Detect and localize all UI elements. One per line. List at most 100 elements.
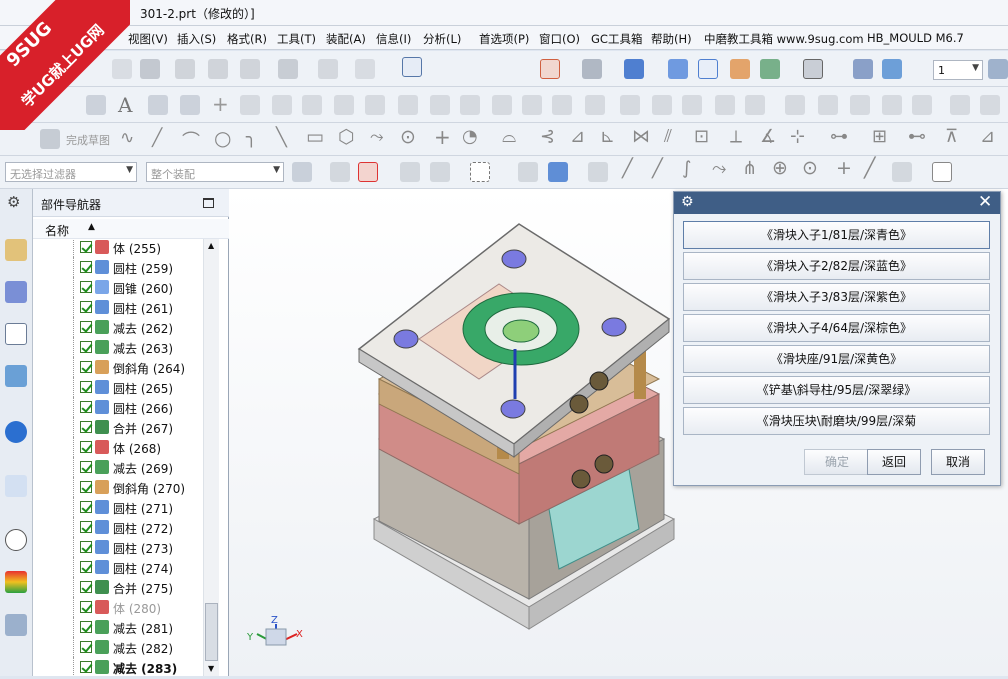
visibility-checkbox[interactable] <box>80 521 92 533</box>
visibility-checkbox[interactable] <box>80 341 92 353</box>
face-filter-icon[interactable] <box>548 162 568 182</box>
selection-icon[interactable] <box>355 59 375 79</box>
history-icon[interactable] <box>5 475 27 497</box>
quadrant-icon[interactable]: ⊕ <box>772 157 788 179</box>
menu-item-9[interactable]: GC工具箱 <box>591 31 642 47</box>
selection-filter-select[interactable]: 无选择过滤器 ▼ <box>5 162 137 182</box>
visibility-checkbox[interactable] <box>80 501 92 513</box>
pocket-icon[interactable] <box>522 95 542 115</box>
layer-option-button[interactable]: 《滑块入子3/83层/深紫色》 <box>683 283 990 311</box>
slot-icon[interactable] <box>585 95 605 115</box>
feature-row[interactable]: 倒斜角 (270) <box>33 477 203 497</box>
chamfer-icon[interactable]: ╲ <box>276 127 287 148</box>
mirror-curve-icon[interactable]: ⋈ <box>632 126 650 147</box>
groove-icon[interactable] <box>620 95 640 115</box>
feature-row[interactable]: 减去 (283) <box>33 657 203 676</box>
visibility-checkbox[interactable] <box>80 541 92 553</box>
visibility-checkbox[interactable] <box>80 281 92 293</box>
derived-line-icon[interactable]: ⫽ <box>664 126 672 147</box>
sweep-icon[interactable] <box>430 95 450 115</box>
dimension-icon[interactable]: ∡ <box>760 126 776 147</box>
boss-icon[interactable] <box>492 95 512 115</box>
pattern-curve-icon[interactable]: ⌓ <box>502 126 516 147</box>
bounded-grid-icon[interactable] <box>892 162 912 182</box>
feature-row[interactable]: 圆柱 (261) <box>33 297 203 317</box>
show-constraints-icon[interactable]: ⊞ <box>872 126 887 147</box>
background-icon[interactable] <box>803 59 823 79</box>
feature-row[interactable]: 圆柱 (259) <box>33 257 203 277</box>
alternate-icon[interactable]: ⊼ <box>945 126 958 147</box>
gear-icon[interactable]: ⚙ <box>681 194 694 210</box>
filter-settings-icon[interactable] <box>292 162 312 182</box>
corner-icon[interactable]: ⊾ <box>600 126 615 147</box>
feature-row[interactable]: 倒斜角 (264) <box>33 357 203 377</box>
layer-settings-icon[interactable] <box>988 59 1008 79</box>
layer-option-button[interactable]: 《滑块入子1/81层/深青色》 <box>683 221 990 249</box>
menu-item-5[interactable]: 信息(I) <box>376 31 411 47</box>
assembly-icon[interactable] <box>882 59 902 79</box>
part-navigator-icon[interactable] <box>5 323 27 345</box>
visibility-checkbox[interactable] <box>80 241 92 253</box>
assembly-navigator-icon[interactable] <box>5 239 27 261</box>
feature-row[interactable]: 体 (280) <box>33 597 203 617</box>
feature-row[interactable]: 圆柱 (273) <box>33 537 203 557</box>
extract-icon[interactable] <box>334 95 354 115</box>
orient-icon[interactable] <box>730 59 750 79</box>
visibility-checkbox[interactable] <box>80 401 92 413</box>
patch-icon[interactable] <box>912 95 932 115</box>
feature-row[interactable]: 体 (268) <box>33 437 203 457</box>
paste-icon[interactable] <box>240 59 260 79</box>
rectangle-select-icon[interactable] <box>470 162 490 182</box>
layer-option-button[interactable]: 《滑块入子4/64层/深棕色》 <box>683 314 990 342</box>
close-icon[interactable]: ✕ <box>978 192 992 212</box>
visibility-checkbox[interactable] <box>80 561 92 573</box>
point-icon[interactable]: + <box>212 92 229 116</box>
menu-item-0[interactable]: 视图(V) <box>128 31 168 47</box>
select-all-icon[interactable] <box>330 162 350 182</box>
feature-row[interactable]: 圆柱 (266) <box>33 397 203 417</box>
existing-point-icon[interactable]: ⊙ <box>802 157 818 179</box>
assembly-scope-select[interactable]: 整个装配 ▼ <box>146 162 284 182</box>
visibility-checkbox[interactable] <box>80 481 92 493</box>
ok-button[interactable]: 确定 <box>804 449 870 475</box>
menu-item-2[interactable]: 格式(R) <box>227 31 267 47</box>
snap-icon[interactable] <box>400 162 420 182</box>
polygon-icon[interactable]: ⬡ <box>338 126 355 148</box>
feature-row[interactable]: 减去 (281) <box>33 617 203 637</box>
undo-icon[interactable] <box>278 59 298 79</box>
ellipse-icon[interactable]: ⊙ <box>400 126 416 148</box>
layer-option-button[interactable]: 《滑块压块\耐磨块/99层/深菊 <box>683 407 990 435</box>
trim-body-icon[interactable] <box>715 95 735 115</box>
finish-sketch-icon[interactable] <box>40 129 60 149</box>
clock-icon[interactable] <box>5 529 27 551</box>
visibility-checkbox[interactable] <box>80 361 92 373</box>
feature-row[interactable]: 圆柱 (274) <box>33 557 203 577</box>
point-on-face-icon[interactable]: ╱ <box>864 157 875 179</box>
tangent-icon[interactable]: ⋔ <box>742 158 757 179</box>
feature-row[interactable]: 合并 (267) <box>33 417 203 437</box>
profile-icon[interactable]: ∿ <box>120 128 134 148</box>
visibility-checkbox[interactable] <box>80 661 92 673</box>
wireframe-icon[interactable] <box>698 59 718 79</box>
maximize-icon[interactable] <box>203 198 214 208</box>
shaded-view-icon[interactable] <box>624 59 644 79</box>
visibility-checkbox[interactable] <box>80 381 92 393</box>
visibility-checkbox[interactable] <box>80 621 92 633</box>
feature-row[interactable]: 体 (255) <box>33 239 203 257</box>
visibility-checkbox[interactable] <box>80 421 92 433</box>
auto-constrain-icon[interactable]: ⊶ <box>830 126 848 147</box>
datum-icon[interactable] <box>86 95 106 115</box>
shell-icon[interactable] <box>818 95 838 115</box>
rectangle-icon[interactable]: ▭ <box>306 126 324 148</box>
snap-view-icon[interactable] <box>582 59 602 79</box>
feature-row[interactable]: 减去 (269) <box>33 457 203 477</box>
copy-icon[interactable] <box>208 59 228 79</box>
line-icon[interactable]: ╱ <box>152 128 162 148</box>
feature-row[interactable]: 圆柱 (265) <box>33 377 203 397</box>
visibility-checkbox[interactable] <box>80 321 92 333</box>
layer-option-button[interactable]: 《滑块座/91层/深黄色》 <box>683 345 990 373</box>
fillet-icon[interactable]: ╮ <box>246 127 257 148</box>
menu-item-11[interactable]: 中磨教工具箱 www.9sug.com <box>704 31 864 47</box>
quick-pick-icon[interactable] <box>430 162 450 182</box>
open-icon[interactable] <box>112 59 132 79</box>
